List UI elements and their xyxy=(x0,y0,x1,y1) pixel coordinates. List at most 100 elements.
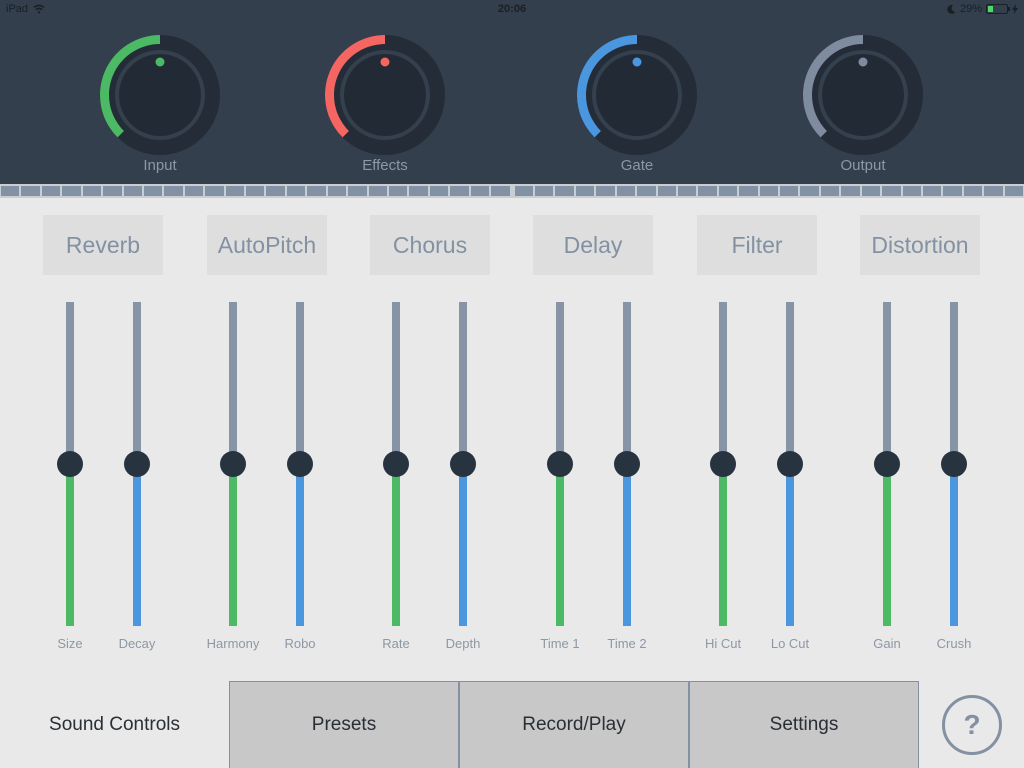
slider-depth[interactable]: Depth xyxy=(446,302,480,662)
knob-effects-label: Effects xyxy=(362,157,408,174)
meter-segment xyxy=(286,186,306,196)
meter-segment xyxy=(103,186,122,196)
effect-button-distortion[interactable]: Distortion xyxy=(860,215,980,275)
slider-thumb[interactable] xyxy=(777,451,803,477)
slider-robo[interactable]: Robo xyxy=(284,302,316,662)
tab-record-play[interactable]: Record/Play xyxy=(459,681,689,768)
slider-time-1[interactable]: Time 1 xyxy=(540,302,580,662)
meter-segment xyxy=(800,186,819,196)
slider-thumb[interactable] xyxy=(874,451,900,477)
meter-segment xyxy=(902,186,921,196)
meter-segment xyxy=(225,186,245,196)
knob-input[interactable]: Input xyxy=(100,35,220,180)
meter-segment xyxy=(205,186,224,196)
effect-button-filter[interactable]: Filter xyxy=(697,215,817,275)
effect-button-autopitch[interactable]: AutoPitch xyxy=(207,215,327,275)
knob-effects[interactable]: Effects xyxy=(325,35,445,180)
knob-input-label: Input xyxy=(143,157,177,174)
knob-gate-dial[interactable] xyxy=(577,35,697,155)
meter-segment xyxy=(470,186,490,196)
slider-thumb[interactable] xyxy=(941,451,967,477)
slider-lo-cut[interactable]: Lo Cut xyxy=(771,302,809,662)
effect-button-chorus[interactable]: Chorus xyxy=(370,215,490,275)
slider-thumb[interactable] xyxy=(710,451,736,477)
meter-segment xyxy=(123,186,142,196)
effect-button-delay[interactable]: Delay xyxy=(533,215,653,275)
slider-label: Robo xyxy=(284,636,316,651)
slider-track-empty xyxy=(556,302,564,464)
knob-output[interactable]: Output xyxy=(803,35,923,180)
slider-size[interactable]: Size xyxy=(55,302,85,662)
slider-track-empty xyxy=(133,302,141,464)
status-time: 20:06 xyxy=(497,3,527,15)
meter-segment xyxy=(41,186,61,196)
slider-thumb[interactable] xyxy=(124,451,150,477)
meter-segment xyxy=(450,186,469,196)
slider-gain[interactable]: Gain xyxy=(872,302,902,662)
knob-gate-label: Gate xyxy=(620,157,654,174)
slider-track-empty xyxy=(66,302,74,464)
slider-thumb[interactable] xyxy=(287,451,313,477)
knob-gate[interactable]: Gate xyxy=(577,35,697,180)
do-not-disturb-moon-icon xyxy=(947,4,956,14)
meter-segment xyxy=(739,186,758,196)
slider-track-empty xyxy=(786,302,794,464)
meter-segment xyxy=(409,186,428,196)
battery-icon xyxy=(986,4,1010,14)
meter-segment xyxy=(143,186,163,196)
meter-segment xyxy=(984,186,1003,196)
slider-thumb[interactable] xyxy=(450,451,476,477)
slider-track-filled xyxy=(133,464,141,626)
slider-decay[interactable]: Decay xyxy=(119,302,155,662)
slider-track-filled xyxy=(392,464,400,626)
meter-segment xyxy=(555,186,574,196)
help-button[interactable]: ? xyxy=(942,695,1002,755)
slider-hi-cut[interactable]: Hi Cut xyxy=(705,302,741,662)
meter-segment xyxy=(164,186,183,196)
meter-divider xyxy=(512,186,513,196)
slider-rate[interactable]: Rate xyxy=(381,302,411,662)
slider-track-empty xyxy=(296,302,304,464)
slider-label: Lo Cut xyxy=(770,636,810,651)
slider-thumb[interactable] xyxy=(383,451,409,477)
knob-output-dial[interactable] xyxy=(803,35,923,155)
meter-segment xyxy=(841,186,860,196)
bolt-icon xyxy=(1012,4,1018,14)
slider-thumb[interactable] xyxy=(220,451,246,477)
slider-track-filled xyxy=(229,464,237,626)
slider-track-empty xyxy=(229,302,237,464)
knob-effects-dial[interactable] xyxy=(325,35,445,155)
meter-segment xyxy=(1004,186,1024,196)
slider-thumb[interactable] xyxy=(547,451,573,477)
slider-track-filled xyxy=(883,464,891,626)
effect-button-reverb[interactable]: Reverb xyxy=(43,215,163,275)
tab-settings[interactable]: Settings xyxy=(689,681,919,768)
slider-track-empty xyxy=(459,302,467,464)
slider-track-filled xyxy=(556,464,564,626)
slider-crush[interactable]: Crush xyxy=(937,302,971,662)
tab-presets[interactable]: Presets xyxy=(229,681,459,768)
knob-input-dial[interactable] xyxy=(100,35,220,155)
meter-segment xyxy=(429,186,449,196)
slider-track-filled xyxy=(459,464,467,626)
slider-track-filled xyxy=(950,464,958,626)
slider-track-filled xyxy=(623,464,631,626)
slider-track-empty xyxy=(623,302,631,464)
knob-indicator-dot xyxy=(155,57,165,67)
meter-segment xyxy=(861,186,881,196)
slider-track-filled xyxy=(719,464,727,626)
help-question-icon: ? xyxy=(963,709,981,740)
meter-segment xyxy=(820,186,840,196)
slider-thumb[interactable] xyxy=(57,451,83,477)
slider-time-2[interactable]: Time 2 xyxy=(607,302,647,662)
slider-thumb[interactable] xyxy=(614,451,640,477)
meter-segment xyxy=(82,186,102,196)
knob-indicator-dot xyxy=(632,57,642,67)
tab-sound-controls[interactable]: Sound Controls xyxy=(0,681,229,768)
slider-harmony[interactable]: Harmony xyxy=(207,302,259,662)
meter-segment xyxy=(491,186,510,196)
bottom-tab-bar: Sound Controls Presets Record/Play Setti… xyxy=(0,681,1024,768)
slider-label: Time 2 xyxy=(607,636,647,651)
slider-track-filled xyxy=(296,464,304,626)
slider-label: Depth xyxy=(445,636,481,651)
